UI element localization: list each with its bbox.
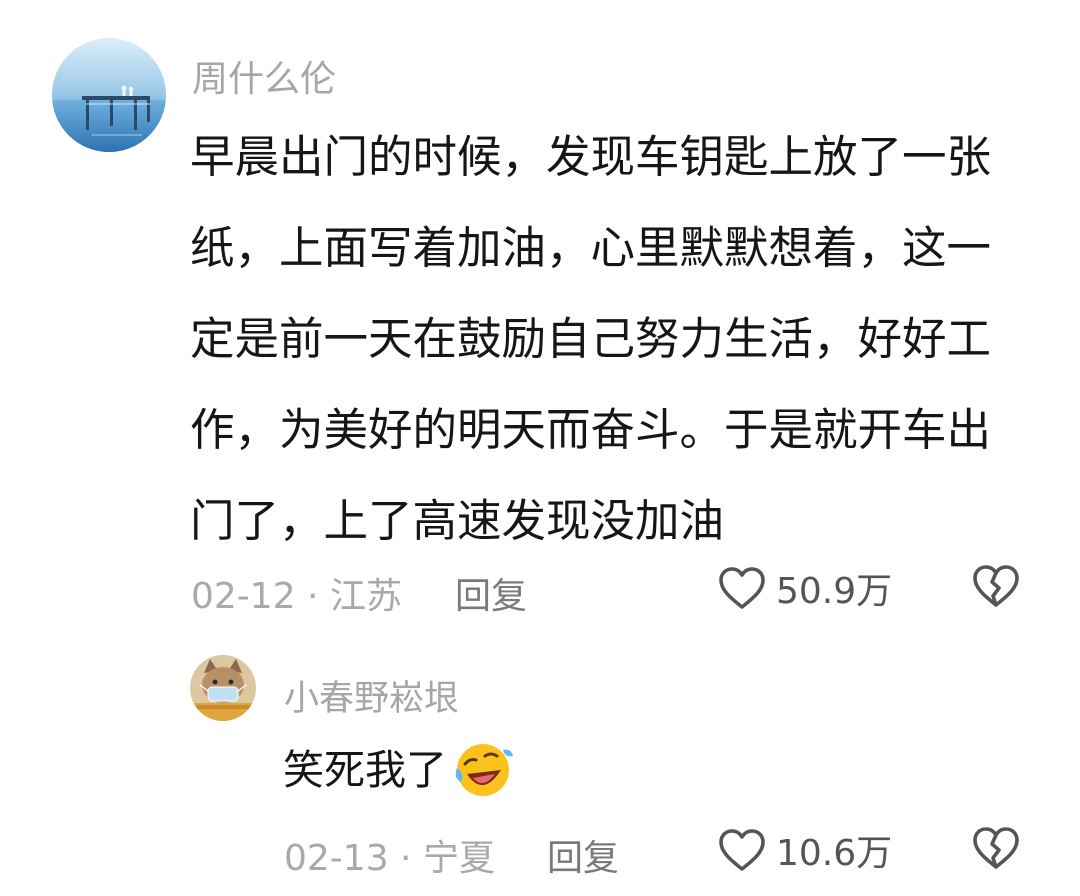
reply-like-count: 10.6万	[776, 833, 893, 874]
rolling-laughing-emoji	[455, 744, 513, 796]
reply-dislike-button[interactable]	[972, 826, 1020, 874]
reply-button[interactable]: 回复	[455, 567, 527, 619]
dislike-button[interactable]	[972, 564, 1020, 612]
like-button[interactable]: 50.9万	[718, 562, 892, 614]
replier-username[interactable]: 小春野崧垠	[284, 670, 459, 721]
reply-like-button[interactable]: 10.6万	[718, 824, 892, 876]
comment-text: 早晨出门的时候，发现车钥匙上放了一张纸，上面写着加油，心里默默想着，这一定是前一…	[190, 132, 992, 547]
heart-outline-icon	[719, 829, 765, 871]
like-count: 50.9万	[776, 571, 893, 612]
replier-avatar[interactable]	[190, 655, 256, 721]
reply-date-location: 02-13 · 宁夏	[284, 838, 495, 879]
commenter-username[interactable]: 周什么伦	[192, 50, 336, 102]
reply-text: 笑死我了	[283, 746, 447, 794]
comment-date-location: 02-12 · 江苏	[191, 576, 402, 617]
broken-heart-icon	[973, 565, 1019, 607]
reply-text-row: 笑死我了	[283, 740, 515, 800]
commenter-avatar[interactable]	[52, 38, 166, 152]
heart-outline-icon	[719, 567, 765, 609]
reply-reply-button[interactable]: 回复	[547, 829, 619, 881]
broken-heart-icon	[973, 827, 1019, 869]
